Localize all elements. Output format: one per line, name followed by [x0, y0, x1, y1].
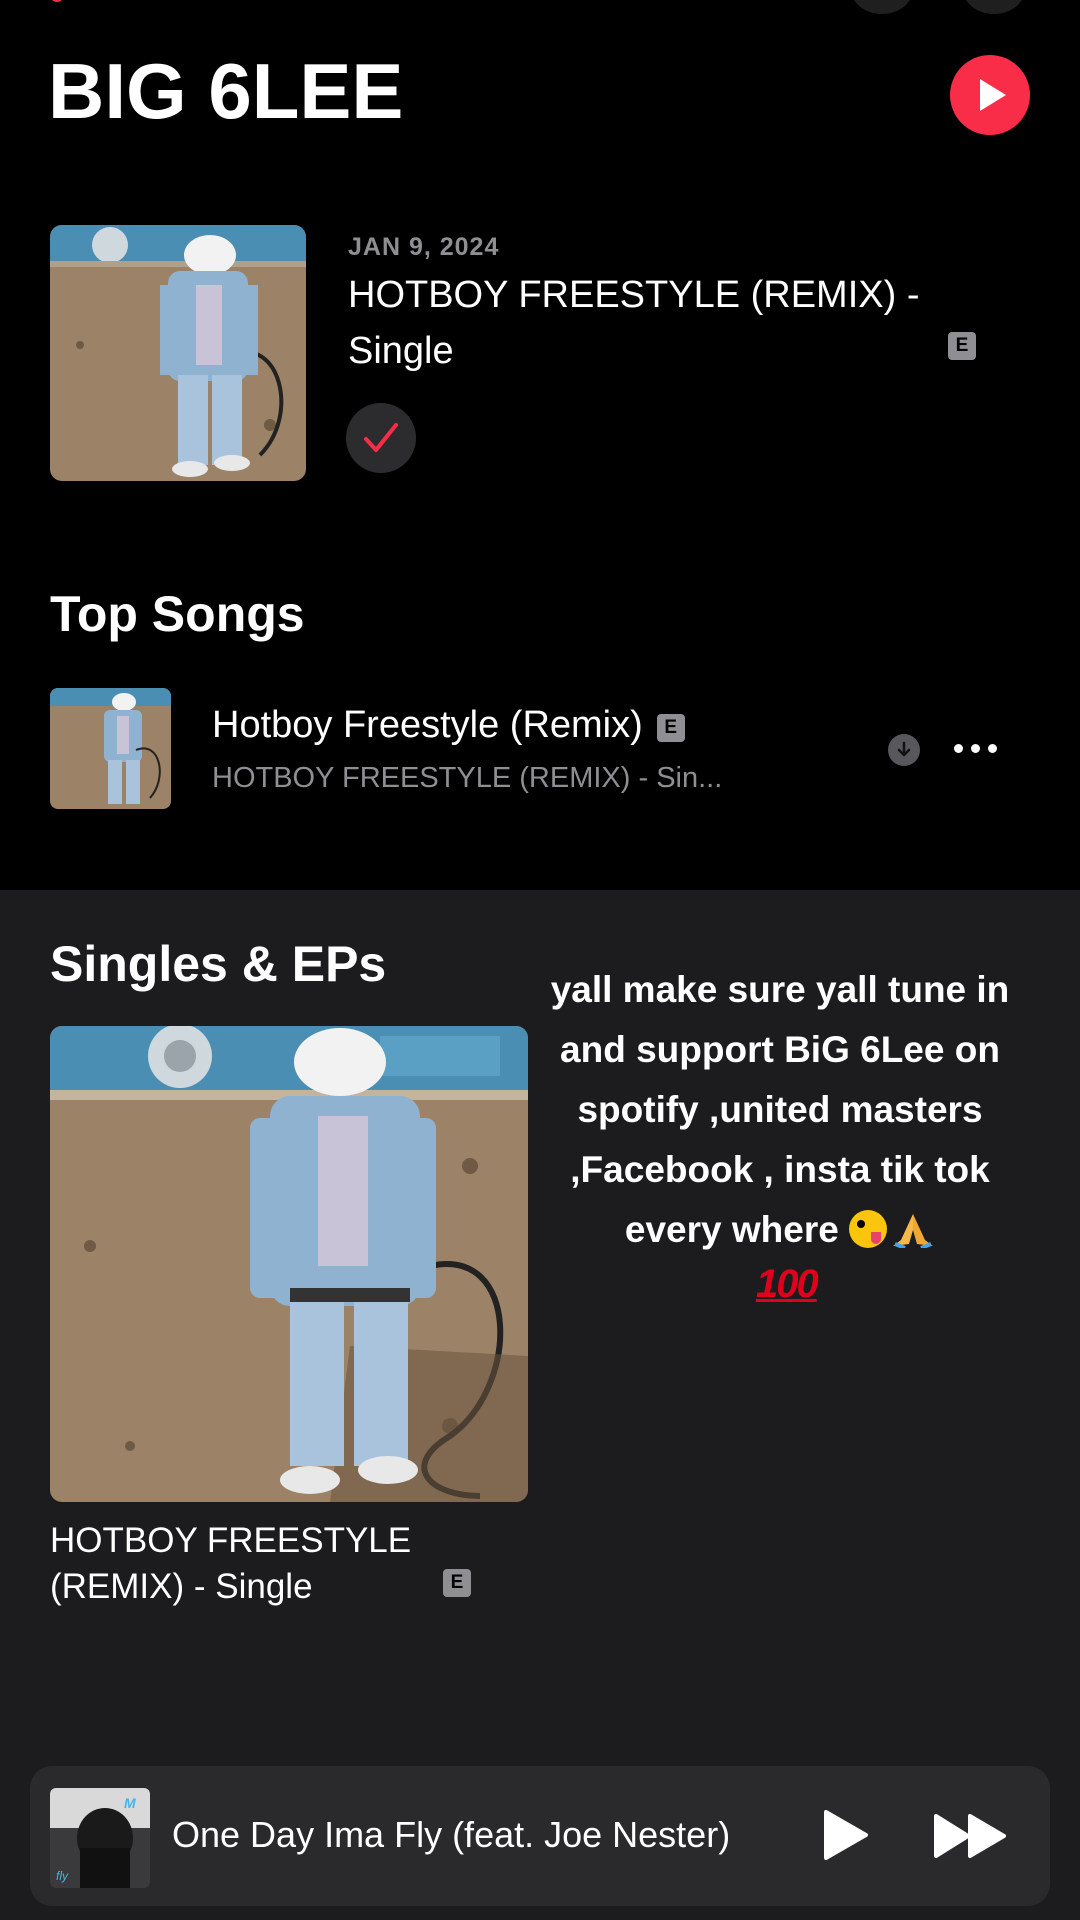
song-artwork [50, 688, 171, 809]
release-date: JAN 9, 2024 [348, 233, 500, 261]
play-artist-button[interactable] [950, 55, 1030, 135]
svg-text:fly: fly [56, 1869, 69, 1883]
more-icon[interactable] [952, 742, 1000, 756]
add-icon[interactable] [850, 0, 914, 14]
back-icon[interactable] [50, 0, 64, 2]
more-options-icon[interactable] [962, 0, 1026, 14]
explicit-badge: E [443, 1569, 471, 1597]
now-playing-artwork: M fly [50, 1788, 150, 1888]
explicit-badge: E [948, 332, 976, 360]
fast-forward-icon[interactable] [932, 1812, 1008, 1860]
single-title[interactable]: HOTBOY FREESTYLE (REMIX) - Single [50, 1518, 470, 1610]
play-icon [980, 79, 1006, 111]
checkmark-icon [364, 423, 398, 452]
svg-text:M: M [124, 1795, 136, 1811]
artist-name: BIG 6LEE [48, 47, 404, 135]
play-button[interactable] [820, 1808, 870, 1862]
top-nav-bar [0, 0, 1080, 20]
release-title[interactable]: HOTBOY FREESTYLE (REMIX) - Single [348, 267, 948, 379]
praying-hands-icon [893, 1214, 934, 1248]
overlay-caption: yall make sure yall tune in and support … [540, 960, 1020, 1260]
hundred-points-icon: 100 [756, 1262, 819, 1306]
explicit-badge: E [656, 714, 685, 742]
single-artwork[interactable] [50, 1026, 528, 1502]
now-playing-title: One Day Ima Fly (feat. Joe Nester) [172, 1814, 731, 1855]
mini-player[interactable]: M fly One Day Ima Fly (feat. Joe Nester) [30, 1766, 1050, 1906]
overlay-caption-text: yall make sure yall tune in and support … [550, 969, 1010, 1250]
latest-release[interactable]: JAN 9, 2024 HOTBOY FREESTYLE (REMIX) - S… [50, 225, 1050, 485]
song-subtitle: HOTBOY FREESTYLE (REMIX) - Sin... [212, 762, 723, 794]
zany-face-icon [849, 1210, 888, 1248]
song-title: Hotboy Freestyle (Remix) E [212, 704, 685, 747]
artist-page: BIG 6LEE JAN 9, 2024 HOTBOY FREESTYLE (R… [0, 0, 1080, 1920]
song-row[interactable]: Hotboy Freestyle (Remix) E HOTBOY FREESTY… [50, 688, 1030, 810]
download-icon[interactable] [888, 734, 920, 766]
latest-release-artwork[interactable] [50, 225, 306, 481]
singles-heading[interactable]: Singles & EPs [50, 935, 386, 993]
added-to-library-button[interactable] [346, 403, 416, 473]
song-title-text: Hotboy Freestyle (Remix) [212, 704, 643, 746]
top-songs-heading[interactable]: Top Songs [50, 585, 305, 643]
